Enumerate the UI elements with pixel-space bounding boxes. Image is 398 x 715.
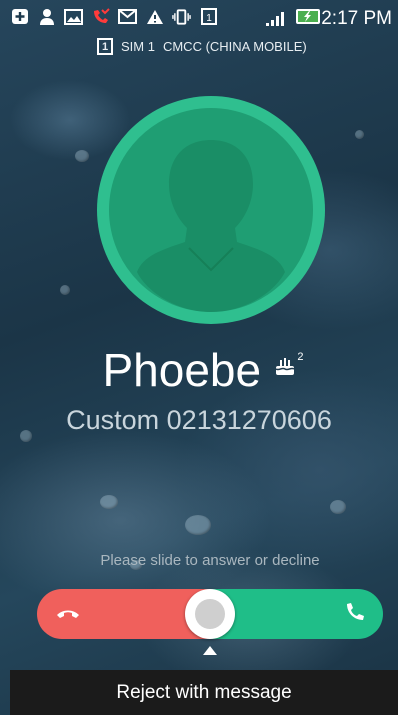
svg-text:1: 1 xyxy=(206,13,212,24)
hang-up-icon xyxy=(55,603,81,625)
gmail-icon xyxy=(118,8,137,25)
sim-info: 1 SIM 1 CMCC (CHINA MOBILE) xyxy=(97,38,307,55)
notification-icons: 1 xyxy=(10,8,218,25)
slide-hint: Please slide to answer or decline xyxy=(100,552,320,569)
water-drop xyxy=(355,130,364,139)
sim-icon: 1 xyxy=(199,8,218,25)
badge-count: 2 xyxy=(297,351,304,363)
signal-icon xyxy=(266,12,284,26)
water-drop xyxy=(60,285,70,295)
slider-handle[interactable] xyxy=(185,589,235,639)
sim-badge: 1 xyxy=(97,38,113,55)
water-drop xyxy=(100,495,118,509)
caller-name: Phoebe xyxy=(102,344,262,396)
carrier-label: CMCC (CHINA MOBILE) xyxy=(162,39,307,54)
water-drop xyxy=(330,500,346,514)
missed-call-icon xyxy=(91,8,110,25)
warning-icon xyxy=(145,8,164,25)
water-drop xyxy=(185,515,211,535)
slider-handle-center xyxy=(195,599,225,629)
birthday-cake-icon: 2 xyxy=(274,351,304,383)
caller-avatar xyxy=(97,96,325,324)
image-icon xyxy=(64,8,83,25)
answer-zone[interactable] xyxy=(210,589,383,639)
arrow-up-icon xyxy=(203,646,217,655)
reject-with-message-button[interactable]: Reject with message xyxy=(10,670,398,715)
clock: 2:17 PM xyxy=(321,8,392,29)
sim-label: SIM 1 xyxy=(121,39,155,54)
caller-name-row: Phoebe 2 xyxy=(0,343,398,397)
vibrate-icon xyxy=(172,8,191,25)
phone-answer-icon xyxy=(343,601,367,625)
plus-box-icon xyxy=(10,8,29,25)
caller-number: Custom 02131270606 xyxy=(66,405,332,435)
person-silhouette-icon xyxy=(137,140,285,312)
battery-charging-icon xyxy=(296,9,320,24)
status-bar: 1 2:17 PM xyxy=(0,0,398,42)
water-drop xyxy=(75,150,89,162)
person-icon xyxy=(37,8,56,25)
avatar-silhouette xyxy=(109,108,313,312)
